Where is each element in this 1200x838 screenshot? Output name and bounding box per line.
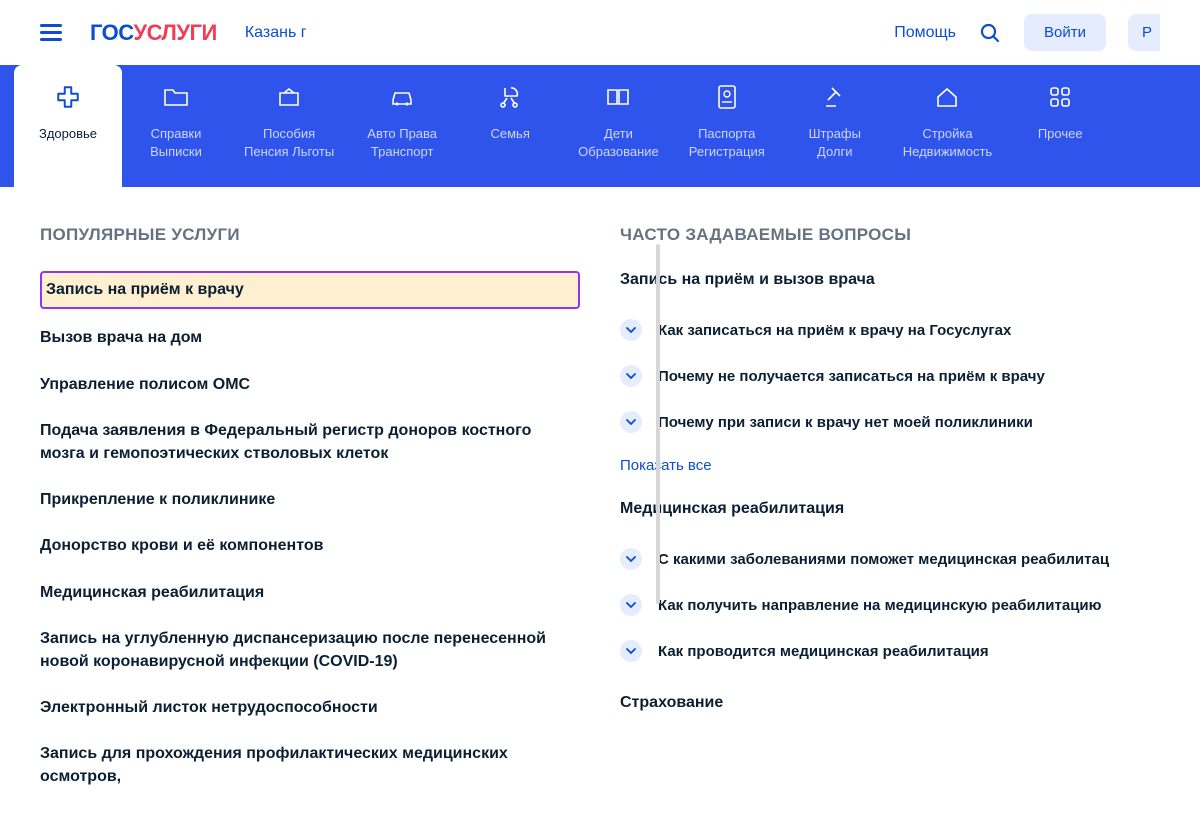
chevron-down-icon bbox=[620, 548, 642, 570]
tab-auto[interactable]: Авто ПраваТранспорт bbox=[348, 65, 456, 187]
city-selector[interactable]: Казань г bbox=[245, 24, 307, 42]
section-title: ПОПУЛЯРНЫЕ УСЛУГИ bbox=[40, 225, 580, 245]
service-link[interactable]: Запись на углубленную диспансеризацию по… bbox=[40, 616, 580, 685]
header-right: Помощь Войти Р bbox=[894, 14, 1160, 51]
chevron-down-icon bbox=[620, 411, 642, 433]
search-icon[interactable] bbox=[978, 21, 1002, 45]
tab-label: СправкиВыписки bbox=[150, 125, 202, 160]
faq-item[interactable]: Как записаться на приём к врачу на Госус… bbox=[620, 309, 1160, 355]
service-link[interactable]: Запись для прохождения профилактических … bbox=[40, 731, 580, 800]
header: ГОСУСЛУГИ Казань г Помощь Войти Р bbox=[0, 0, 1200, 65]
help-link[interactable]: Помощь bbox=[894, 24, 956, 42]
faq-column: ЧАСТО ЗАДАВАЕМЫЕ ВОПРОСЫ Запись на приём… bbox=[612, 225, 1160, 800]
show-all-link[interactable]: Показать все bbox=[620, 447, 1160, 500]
logo[interactable]: ГОСУСЛУГИ bbox=[90, 20, 217, 46]
service-link[interactable]: Управление полисом ОМС bbox=[40, 362, 580, 408]
faq-question: Как получить направление на медицинскую … bbox=[658, 594, 1101, 616]
book-icon bbox=[604, 83, 632, 111]
faq-item[interactable]: Почему при записи к врачу нет моей полик… bbox=[620, 401, 1160, 447]
popular-services-column: ПОПУЛЯРНЫЕ УСЛУГИ Запись на приём к врач… bbox=[40, 225, 580, 800]
tab-fines[interactable]: ШтрафыДолги bbox=[781, 65, 889, 187]
stroller-icon bbox=[496, 83, 524, 111]
tab-label: Авто ПраваТранспорт bbox=[367, 125, 437, 160]
service-link[interactable]: Донорство крови и её компонентов bbox=[40, 523, 580, 569]
faq-group-title: Медицинская реабилитация bbox=[620, 500, 1160, 518]
tab-label: ШтрафыДолги bbox=[809, 125, 861, 160]
service-link[interactable]: Электронный листок нетрудоспособности bbox=[40, 685, 580, 731]
tab-benefits[interactable]: ПособияПенсия Льготы bbox=[230, 65, 348, 187]
tab-label: Семья bbox=[490, 125, 529, 143]
faq-question: Как записаться на приём к врачу на Госус… bbox=[658, 319, 1011, 341]
category-tabs: Здоровье СправкиВыписки ПособияПенсия Ль… bbox=[0, 65, 1200, 187]
faq-question: Как проводится медицинская реабилитация bbox=[658, 640, 989, 662]
grid-icon bbox=[1046, 83, 1074, 111]
tab-education[interactable]: ДетиОбразование bbox=[564, 65, 673, 187]
chevron-down-icon bbox=[620, 640, 642, 662]
faq-question: Почему не получается записаться на приём… bbox=[658, 365, 1045, 387]
faq-item[interactable]: Как проводится медицинская реабилитация bbox=[620, 630, 1160, 676]
gavel-icon bbox=[821, 83, 849, 111]
tab-label: ДетиОбразование bbox=[578, 125, 659, 160]
folder-icon bbox=[162, 83, 190, 111]
tab-label: Прочее bbox=[1038, 125, 1083, 143]
chevron-down-icon bbox=[620, 365, 642, 387]
chevron-down-icon bbox=[620, 319, 642, 341]
car-icon bbox=[388, 83, 416, 111]
faq-item[interactable]: Почему не получается записаться на приём… bbox=[620, 355, 1160, 401]
service-link[interactable]: Медицинская реабилитация bbox=[40, 570, 580, 616]
faq-item[interactable]: С какими заболеваниями поможет медицинск… bbox=[620, 538, 1160, 584]
chevron-down-icon bbox=[620, 594, 642, 616]
tab-label: ПаспортаРегистрация bbox=[689, 125, 765, 160]
passport-icon bbox=[713, 83, 741, 111]
service-link[interactable]: Вызов врача на дом bbox=[40, 315, 580, 361]
faq-question: Почему при записи к врачу нет моей полик… bbox=[658, 411, 1033, 433]
tab-label: Здоровье bbox=[39, 125, 97, 143]
scrollbar-indicator[interactable] bbox=[656, 244, 660, 604]
faq-question: С какими заболеваниями поможет медицинск… bbox=[658, 548, 1109, 570]
service-link[interactable]: Прикрепление к поликлинике bbox=[40, 477, 580, 523]
service-link[interactable]: Подача заявления в Федеральный регистр д… bbox=[40, 408, 580, 477]
faq-item[interactable]: Как получить направление на медицинскую … bbox=[620, 584, 1160, 630]
health-icon bbox=[54, 83, 82, 111]
section-title: ЧАСТО ЗАДАВАЕМЫЕ ВОПРОСЫ bbox=[620, 225, 1160, 245]
tab-family[interactable]: Семья bbox=[456, 65, 564, 187]
register-button[interactable]: Р bbox=[1128, 14, 1160, 51]
tab-other[interactable]: Прочее bbox=[1006, 65, 1114, 187]
faq-group-title: Запись на приём и вызов врача bbox=[620, 271, 1160, 289]
tab-label: ПособияПенсия Льготы bbox=[244, 125, 334, 160]
main-content: ПОПУЛЯРНЫЕ УСЛУГИ Запись на приём к врач… bbox=[0, 187, 1200, 838]
tab-property[interactable]: СтройкаНедвижимость bbox=[889, 65, 1006, 187]
service-link[interactable]: Запись на приём к врачу bbox=[40, 271, 580, 309]
hamburger-menu-icon[interactable] bbox=[40, 24, 62, 42]
tab-label: СтройкаНедвижимость bbox=[903, 125, 992, 160]
wallet-icon bbox=[275, 83, 303, 111]
tab-health[interactable]: Здоровье bbox=[14, 65, 122, 187]
tab-documents[interactable]: СправкиВыписки bbox=[122, 65, 230, 187]
house-icon bbox=[933, 83, 961, 111]
tab-passport[interactable]: ПаспортаРегистрация bbox=[673, 65, 781, 187]
login-button[interactable]: Войти bbox=[1024, 14, 1106, 51]
faq-group-title: Страхование bbox=[620, 694, 1160, 712]
